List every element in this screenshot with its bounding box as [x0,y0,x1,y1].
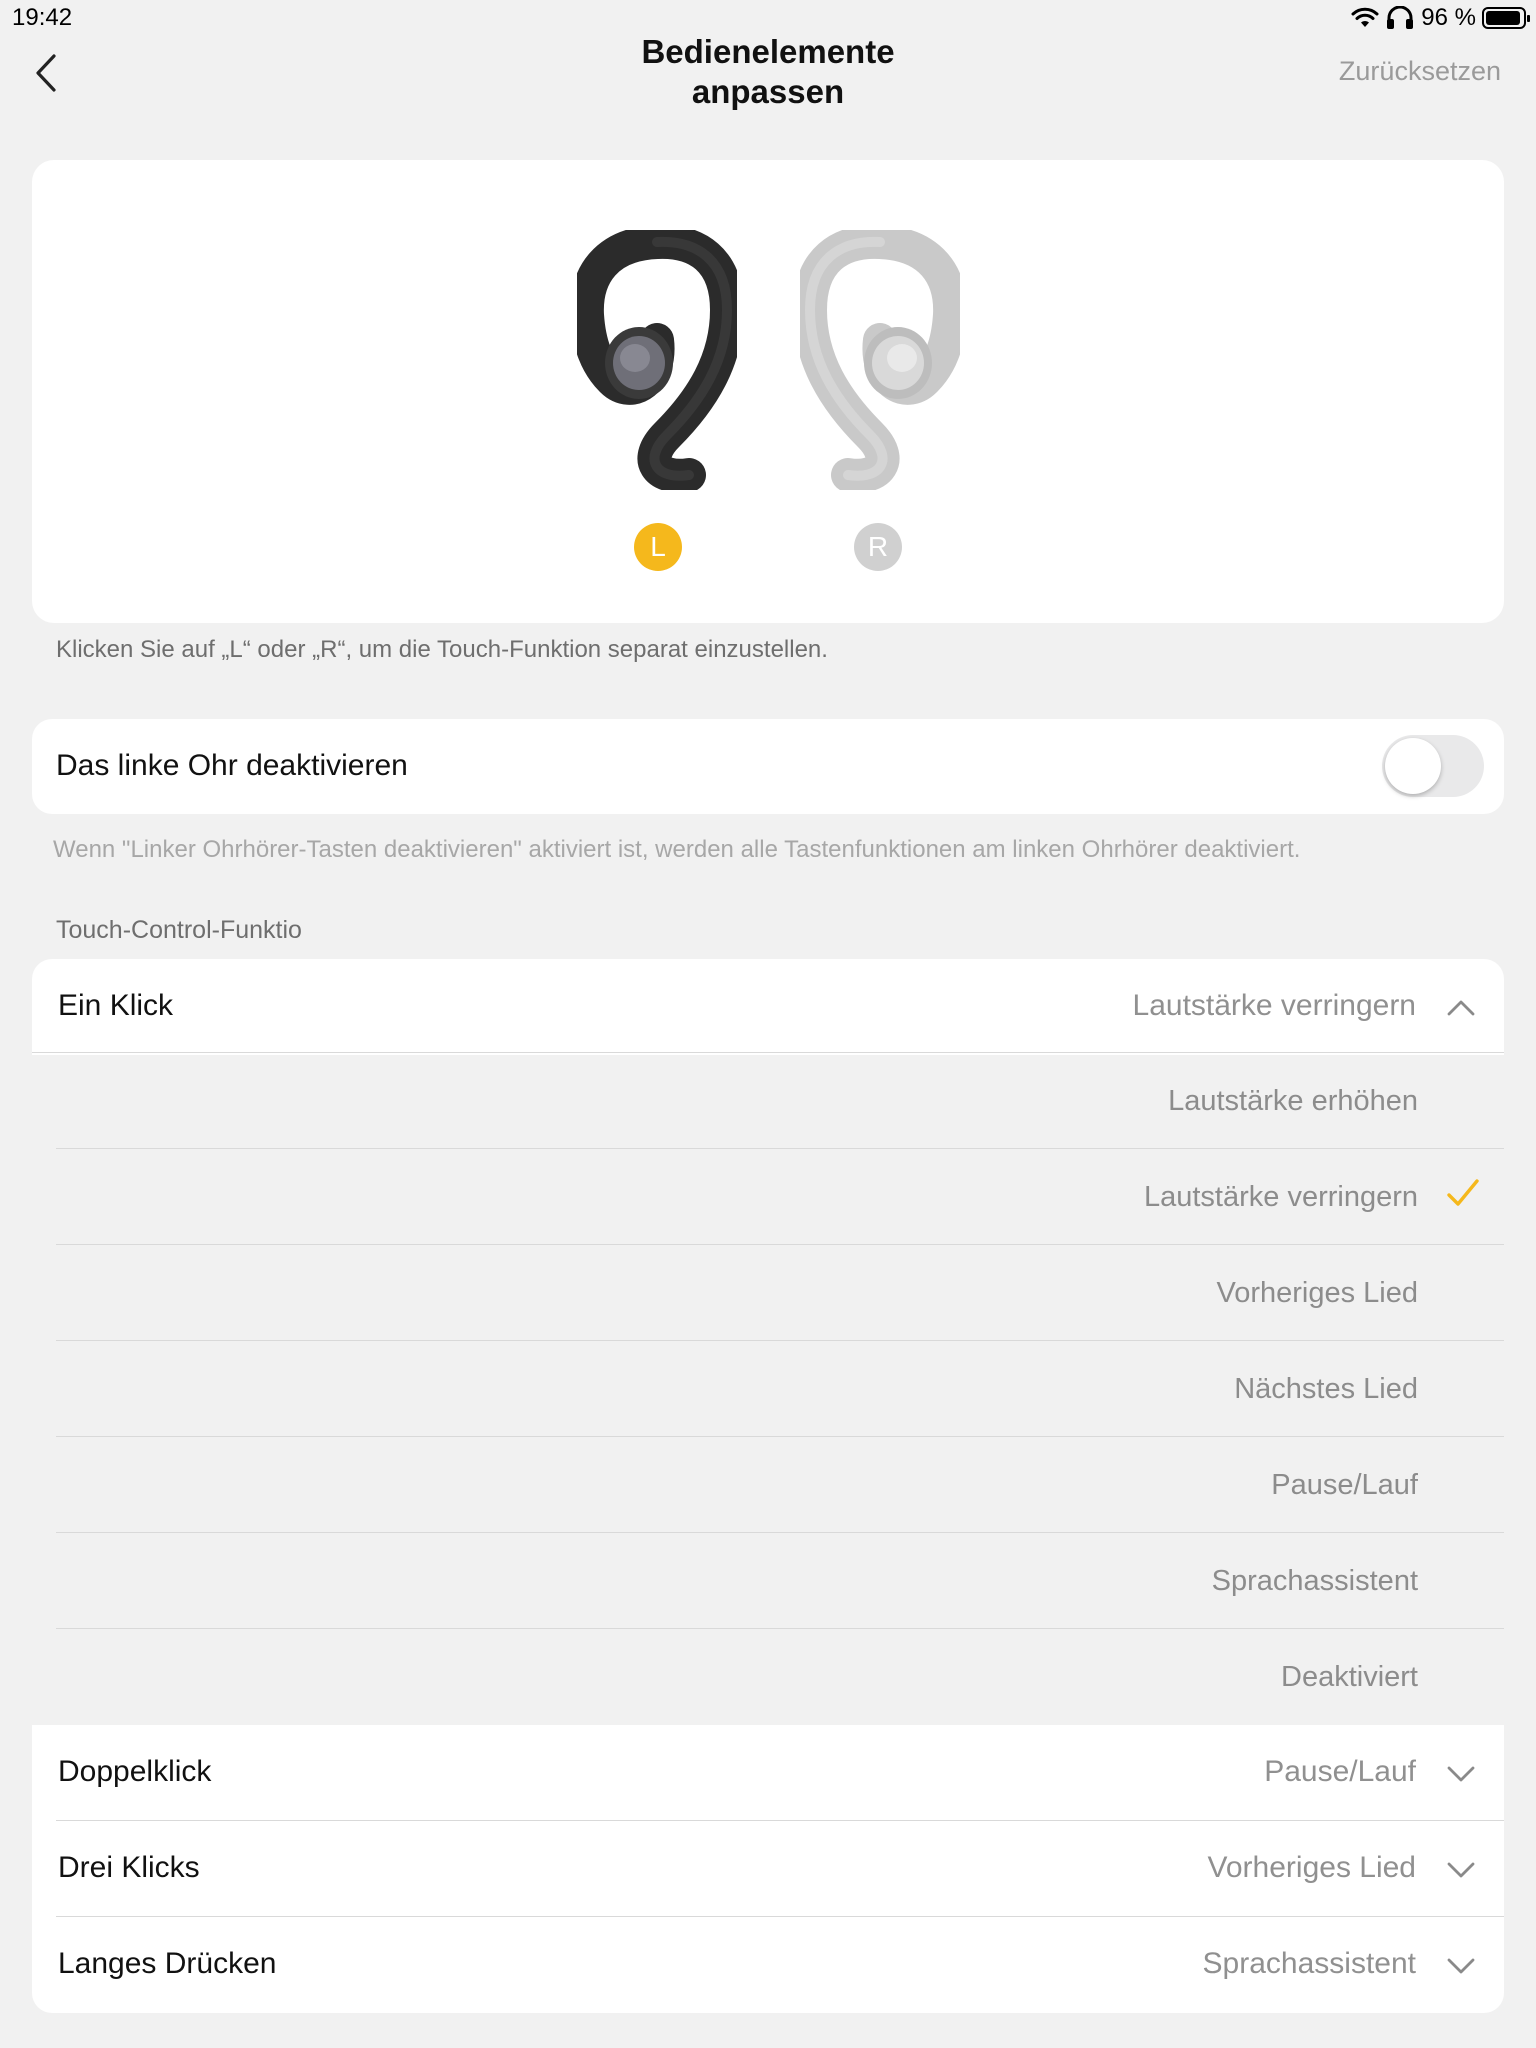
wifi-icon [1351,7,1379,27]
option-label: Vorheriges Lied [1216,1277,1418,1309]
headphones-icon [1387,6,1414,29]
section-title: Touch-Control-Funktio [56,916,302,944]
single-click-label: Ein Klick [58,989,174,1022]
option-label: Sprachassistent [1211,1565,1418,1597]
option-label: Deaktiviert [1281,1661,1418,1693]
long-press-label: Langes Drücken [58,1947,277,1980]
option-voice-assistant[interactable]: Sprachassistent [56,1533,1504,1629]
option-label: Lautstärke verringern [1143,1181,1418,1213]
status-time: 19:42 [12,4,73,31]
disable-left-note: Wenn "Linker Ohrhörer-Tasten deaktiviere… [53,836,1301,863]
option-label: Nächstes Lied [1234,1373,1418,1405]
earbuds-card: L R [32,160,1504,623]
right-earbud-tab[interactable]: R [854,523,902,571]
option-previous-song[interactable]: Vorheriges Lied [56,1245,1504,1341]
right-tab-label: R [867,531,889,562]
option-label: Lautstärke erhöhen [1168,1085,1418,1117]
triple-click-value: Vorheriges Lied [1207,1851,1416,1884]
single-click-value: Lautstärke verringern [1132,989,1416,1022]
long-press-value: Sprachassistent [1202,1947,1416,1980]
chevron-up-icon [1447,1000,1475,1016]
right-earbud-image[interactable] [800,230,960,490]
left-tab-label: L [650,531,666,562]
page-title-line1: Bedienelemente [641,33,895,70]
triple-click-label: Drei Klicks [58,1851,200,1884]
chevron-down-icon [1447,1862,1475,1878]
left-earbud-image[interactable] [577,230,737,490]
double-click-row[interactable]: Doppelklick Pause/Lauf [32,1725,1504,1821]
chevron-down-icon [1447,1958,1475,1974]
disable-left-card: Das linke Ohr deaktivieren [32,719,1504,814]
chevron-down-icon [1447,1766,1475,1782]
checkmark-icon [1447,1179,1479,1206]
battery-icon [1482,7,1530,29]
double-click-label: Doppelklick [58,1755,212,1788]
option-disabled[interactable]: Deaktiviert [56,1629,1504,1725]
double-click-value: Pause/Lauf [1264,1755,1416,1788]
triple-click-row[interactable]: Drei Klicks Vorheriges Lied [32,1821,1504,1917]
status-indicators: 96 % [1351,4,1530,32]
option-next-song[interactable]: Nächstes Lied [56,1341,1504,1437]
disable-left-toggle[interactable] [1382,735,1484,797]
left-earbud-tab[interactable]: L [634,523,682,571]
earbud-hint: Klicken Sie auf „L“ oder „R“, um die Tou… [56,636,828,663]
toggle-knob [1385,738,1441,794]
option-label: Pause/Lauf [1271,1469,1418,1501]
disable-left-label: Das linke Ohr deaktivieren [56,749,408,782]
single-click-row[interactable]: Ein Klick Lautstärke verringern [32,959,1504,1055]
page-title-line2: anpassen [691,73,845,110]
option-volume-up[interactable]: Lautstärke erhöhen [56,1053,1504,1149]
battery-percentage: 96 % [1421,4,1476,31]
option-pause-play[interactable]: Pause/Lauf [56,1437,1504,1533]
long-press-row[interactable]: Langes Drücken Sprachassistent [32,1917,1504,2013]
page-title: Bedienelemente anpassen [0,32,1536,112]
reset-button[interactable]: Zurücksetzen [1339,56,1501,87]
option-volume-down[interactable]: Lautstärke verringern [56,1149,1504,1245]
